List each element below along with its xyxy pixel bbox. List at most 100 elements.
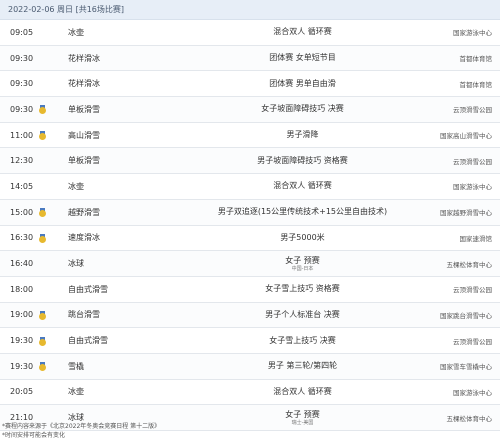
table-row: 18:00 自由式滑雪 女子雪上技巧 资格赛 云顶滑雪公园: [0, 277, 500, 303]
time-text: 11:00: [10, 130, 34, 140]
event-name: 女子 预赛: [285, 255, 320, 265]
footnote-source: *赛程内容来源于《北京2022年冬奥会竞赛日程 第十二版》: [2, 423, 161, 430]
sport-cell: 单板滑雪: [68, 156, 100, 166]
sport-cell: 花样滑冰: [68, 53, 100, 63]
event-cell: 混合双人 循环赛: [195, 20, 410, 45]
time-cell: 14:05: [10, 174, 70, 199]
time-text: 15:00: [10, 207, 34, 217]
sport-cell: 雪橇: [68, 361, 84, 371]
time-text: 14:05: [10, 181, 34, 191]
time-cell: 18:00: [10, 277, 70, 302]
table-row: 19:30 自由式滑雪 女子雪上技巧 决赛 云顶滑雪公园: [0, 328, 500, 354]
event-name: 女子 预赛: [285, 409, 320, 419]
sport-cell: 冰壶: [68, 27, 84, 37]
event-cell: 男子滑降: [195, 123, 410, 148]
venue-cell: 云顶滑雪公园: [453, 337, 492, 346]
venue-cell: 国家高山滑雪中心: [440, 132, 492, 141]
gold-medal-icon: [39, 310, 46, 320]
event-cell: 女子坡面障碍技巧 决赛: [195, 97, 410, 122]
event-cell: 女子 预赛 中国-日本: [195, 251, 410, 276]
time-cell: 20:05: [10, 380, 70, 405]
gold-medal-icon: [39, 336, 46, 346]
event-name: 男子滑降: [286, 130, 319, 140]
venue-cell: 国家游泳中心: [453, 29, 492, 38]
gold-medal-icon: [39, 233, 46, 243]
time-text: 21:10: [10, 413, 34, 423]
time-text: 09:30: [10, 79, 34, 89]
time-cell: 15:00: [10, 200, 70, 225]
venue-cell: 国家游泳中心: [453, 388, 492, 397]
date-header-title: 2022-02-06 周日 [共16场比赛]: [8, 5, 124, 14]
time-cell: 16:40: [10, 251, 70, 276]
event-name: 男子个人标准台 决赛: [265, 309, 340, 319]
venue-cell: 国家游泳中心: [453, 183, 492, 192]
table-row: 09:30 花样滑冰 团体赛 女单短节目 首都体育馆: [0, 45, 500, 72]
event-matchup: 中国-日本: [291, 265, 314, 272]
event-name: 混合双人 循环赛: [273, 27, 332, 37]
time-cell: 19:30: [10, 328, 70, 353]
event-cell: 男子坡面障碍技巧 资格赛: [195, 148, 410, 173]
table-row: 19:00 跳台滑雪 男子个人标准台 决赛 国家跳台滑雪中心: [0, 302, 500, 329]
venue-cell: 首都体育馆: [459, 80, 493, 89]
sport-cell: 高山滑雪: [68, 130, 100, 140]
sport-cell: 自由式滑雪: [68, 336, 108, 346]
sport-cell: 冰球: [68, 259, 84, 269]
sport-cell: 越野滑雪: [68, 207, 100, 217]
event-name: 男子5000米: [280, 232, 325, 242]
time-text: 19:30: [10, 336, 34, 346]
table-row: 16:30 速度滑冰 男子5000米 国家速滑馆: [0, 226, 500, 252]
time-text: 16:40: [10, 259, 34, 269]
venue-cell: 国家雪车雪橇中心: [440, 363, 492, 372]
event-name: 混合双人 循环赛: [273, 386, 332, 396]
time-text: 09:30: [10, 104, 34, 114]
time-text: 19:00: [10, 310, 34, 320]
event-cell: 团体赛 男单自由滑: [195, 71, 410, 96]
table-row: 20:05 冰壶 混合双人 循环赛 国家游泳中心: [0, 380, 500, 406]
venue-cell: 云顶滑雪公园: [453, 286, 492, 295]
event-cell: 男子个人标准台 决赛: [195, 303, 410, 328]
time-cell: 09:05: [10, 20, 70, 45]
table-row: 09:30 单板滑雪 女子坡面障碍技巧 决赛 云顶滑雪公园: [0, 97, 500, 123]
sport-cell: 单板滑雪: [68, 104, 100, 114]
venue-cell: 五棵松体育中心: [446, 260, 493, 269]
time-cell: 12:30: [10, 148, 70, 173]
sport-cell: 花样滑冰: [68, 79, 100, 89]
time-cell: 19:00: [10, 303, 70, 328]
time-cell: 09:30: [10, 46, 70, 71]
event-name: 男子坡面障碍技巧 资格赛: [257, 155, 348, 165]
sport-cell: 跳台滑雪: [68, 310, 100, 320]
footnote-change: *时间安排可能会有变化: [2, 432, 66, 439]
table-row: 16:40 冰球 女子 预赛 中国-日本 五棵松体育中心: [0, 251, 500, 277]
time-text: 19:30: [10, 361, 34, 371]
event-cell: 混合双人 循环赛: [195, 380, 410, 405]
event-name: 女子雪上技巧 决赛: [269, 335, 336, 345]
event-name: 团体赛 男单自由滑: [269, 78, 336, 88]
event-name: 女子坡面障碍技巧 决赛: [261, 104, 344, 114]
gold-medal-icon: [39, 362, 46, 372]
venue-cell: 国家速滑馆: [459, 234, 493, 243]
time-cell: 11:00: [10, 123, 70, 148]
time-cell: 19:30: [10, 354, 70, 379]
time-cell: 09:30: [10, 97, 70, 122]
sport-cell: 速度滑冰: [68, 233, 100, 243]
event-cell: 混合双人 循环赛: [195, 174, 410, 199]
time-text: 18:00: [10, 284, 34, 294]
sport-cell: 冰壶: [68, 387, 84, 397]
table-row: 09:30 花样滑冰 团体赛 男单自由滑 首都体育馆: [0, 71, 500, 98]
time-text: 16:30: [10, 233, 34, 243]
event-cell: 男子5000米: [195, 226, 410, 251]
time-cell: 16:30: [10, 226, 70, 251]
sport-cell: 冰壶: [68, 181, 84, 191]
gold-medal-icon: [39, 208, 46, 218]
table-row: 15:00 越野滑雪 男子双追逐(15公里传统技术+15公里自由技术) 国家越野滑雪中…: [0, 199, 500, 226]
event-cell: 男子双追逐(15公里传统技术+15公里自由技术): [195, 200, 410, 225]
event-cell: 团体赛 女单短节目: [195, 46, 410, 71]
sport-cell: 自由式滑雪: [68, 284, 108, 294]
event-cell: 女子雪上技巧 决赛: [195, 328, 410, 353]
event-name: 混合双人 循环赛: [273, 181, 332, 191]
footnotes: *赛程内容来源于《北京2022年冬奥会竞赛日程 第十二版》 *时间安排可能会有变…: [2, 422, 497, 440]
table-row: 12:30 单板滑雪 男子坡面障碍技巧 资格赛 云顶滑雪公园: [0, 148, 500, 175]
time-text: 20:05: [10, 387, 34, 397]
venue-cell: 国家越野滑雪中心: [440, 209, 492, 218]
time-cell: 09:30: [10, 71, 70, 96]
